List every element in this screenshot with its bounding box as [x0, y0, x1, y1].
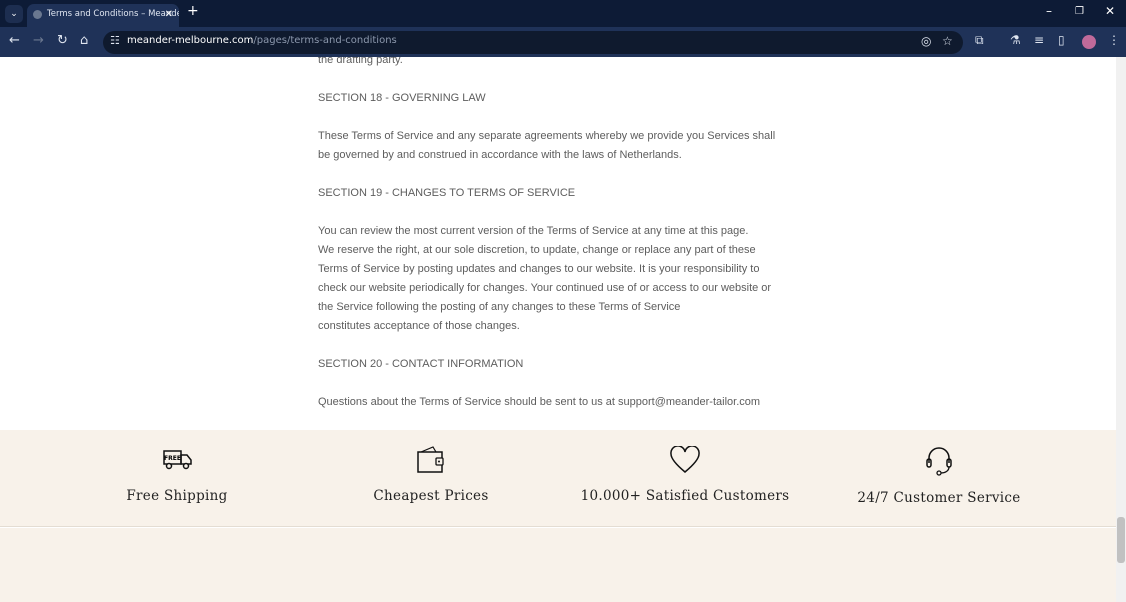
extensions-icon[interactable]: ⧉ — [975, 33, 984, 48]
browser-toolbar: ← → ↻ ⌂ ☷ meander-melbourne.com/pages/te… — [0, 27, 1126, 57]
footer-area — [0, 528, 1116, 602]
wallet-icon — [417, 446, 444, 473]
menu-kebab-icon[interactable]: ⋮ — [1108, 33, 1120, 47]
svg-text:FREE: FREE — [164, 455, 181, 462]
tab-active[interactable]: Terms and Conditions – Meander ✕ — [27, 4, 179, 27]
back-button[interactable]: ← — [9, 33, 20, 48]
bookmark-star-icon[interactable]: ☆ — [942, 34, 953, 48]
close-tab-icon[interactable]: ✕ — [165, 4, 173, 25]
scrollbar[interactable] — [1116, 57, 1126, 602]
page-content: the drafting party. SECTION 18 - GOVERNI… — [0, 57, 1116, 430]
restore-button[interactable]: ❐ — [1075, 6, 1084, 17]
section-heading: SECTION 18 - GOVERNING LAW — [318, 92, 486, 104]
feature-free-shipping: FREE Free Shipping — [52, 430, 302, 504]
feature-label: Free Shipping — [126, 488, 228, 504]
url-text: meander-melbourne.com/pages/terms-and-co… — [127, 35, 397, 46]
feature-satisfied-customers: 10.000+ Satisfied Customers — [560, 430, 810, 504]
site-info-icon[interactable]: ☷ — [110, 34, 120, 47]
scrollbar-thumb[interactable] — [1117, 517, 1125, 563]
heart-icon — [670, 445, 700, 473]
labs-flask-icon[interactable]: ⚗ — [1010, 33, 1021, 47]
section-heading: SECTION 19 - CHANGES TO TERMS OF SERVICE — [318, 187, 576, 199]
headset-icon — [926, 447, 952, 476]
forward-button[interactable]: → — [33, 33, 44, 48]
side-panel-icon[interactable]: ▯ — [1058, 33, 1065, 47]
tab-strip: ⌄ Terms and Conditions – Meander ✕ + – ❐… — [0, 0, 1126, 27]
free-delivery-truck-icon: FREE — [163, 450, 192, 470]
feature-customer-service: 24/7 Customer Service — [814, 430, 1064, 506]
paragraph: You can review the most current version … — [318, 225, 772, 332]
paragraph: the drafting party. — [318, 57, 403, 66]
reload-button[interactable]: ↻ — [57, 33, 68, 48]
tab-search-button[interactable]: ⌄ — [5, 5, 23, 23]
paragraph: These Terms of Service and any separate … — [318, 130, 776, 161]
home-button[interactable]: ⌂ — [80, 33, 88, 48]
eye-off-icon[interactable]: ◎ — [921, 34, 931, 48]
profile-avatar[interactable] — [1082, 35, 1096, 49]
feature-label: 10.000+ Satisfied Customers — [580, 488, 790, 504]
new-tab-button[interactable]: + — [187, 3, 199, 19]
features-bar: FREE Free Shipping Cheapest Prices 10.00… — [0, 430, 1116, 527]
tab-title: Terms and Conditions – Meander — [47, 9, 179, 19]
section-heading: SECTION 20 - CONTACT INFORMATION — [318, 358, 524, 370]
paragraph: Questions about the Terms of Service sho… — [318, 396, 761, 408]
reading-list-icon[interactable]: ≡ — [1034, 33, 1044, 47]
terms-text: the drafting party. SECTION 18 - GOVERNI… — [318, 57, 838, 430]
feature-label: 24/7 Customer Service — [857, 490, 1021, 506]
feature-label: Cheapest Prices — [373, 488, 489, 504]
minimize-button[interactable]: – — [1046, 4, 1052, 18]
favicon-icon — [33, 10, 42, 19]
feature-cheapest-prices: Cheapest Prices — [306, 430, 556, 504]
address-bar[interactable]: ☷ meander-melbourne.com/pages/terms-and-… — [103, 31, 963, 54]
close-window-button[interactable]: ✕ — [1105, 4, 1115, 18]
